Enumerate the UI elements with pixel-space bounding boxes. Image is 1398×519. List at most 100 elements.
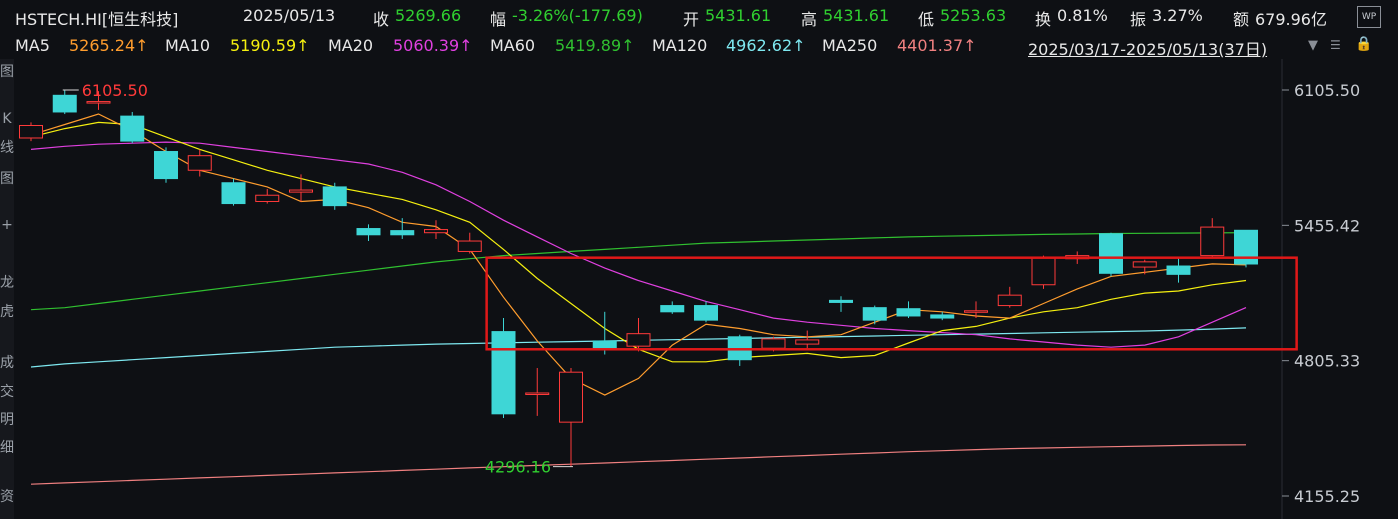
close-value: 5269.66 [395, 6, 462, 25]
candle-body-up [1031, 257, 1056, 286]
quote-header: HSTECH.HI[恒生科技] 2025/05/13 收 5269.66 幅 -… [0, 0, 1398, 33]
candle-body-up [187, 155, 212, 171]
ma250-label: MA250 [822, 36, 878, 55]
candle-body-down [356, 228, 381, 236]
change-value: -3.26%(-177.69) [512, 6, 643, 25]
candle[interactable] [52, 90, 77, 115]
candle-body-up [86, 101, 111, 104]
candle-body-up [997, 294, 1022, 307]
low-label: 低 [918, 10, 935, 29]
candle-body-down [930, 314, 955, 319]
candle[interactable] [491, 318, 516, 418]
candle-body-up [1200, 226, 1225, 257]
candle-body-down [829, 299, 853, 303]
y-tick-label: 5455.42 [1294, 216, 1360, 235]
ma60-label: MA60 [490, 36, 536, 55]
min-label: 4296.16 [485, 458, 551, 477]
date-range[interactable]: 2025/03/17-2025/05/13(37日) [1028, 36, 1267, 60]
candle-body-down [896, 308, 921, 317]
candle[interactable] [221, 178, 246, 206]
candle[interactable] [1234, 229, 1258, 268]
candle[interactable] [255, 188, 280, 204]
candle-body-up [1132, 261, 1157, 268]
candle[interactable] [626, 318, 651, 352]
amplitude-label: 振 [1130, 10, 1147, 29]
candle-body-down [1234, 229, 1258, 265]
candle[interactable] [154, 147, 178, 183]
candle[interactable] [525, 368, 550, 416]
candle-body-down [390, 230, 415, 236]
candle[interactable] [694, 301, 718, 323]
candle-body-up [626, 333, 651, 347]
candle-body-up [289, 189, 313, 193]
candle[interactable] [390, 218, 415, 239]
y-tick-label: 4805.33 [1294, 352, 1360, 371]
candle-body-up [19, 124, 43, 139]
date-label: 2025/05/13 [243, 6, 336, 25]
ma5-label: MA5 [15, 36, 50, 55]
candle[interactable] [997, 286, 1022, 308]
candle-body-down [52, 94, 77, 113]
ma20-value: 5060.39↑ [393, 36, 473, 55]
candle[interactable] [1031, 255, 1056, 289]
ma20-label: MA20 [328, 36, 374, 55]
low-value: 5253.63 [940, 6, 1007, 25]
candle[interactable] [457, 232, 482, 254]
candle[interactable] [795, 330, 820, 349]
amount-label: 额 [1233, 10, 1250, 29]
ma10-value: 5190.59↑ [230, 36, 310, 55]
candle[interactable] [356, 224, 381, 242]
candle[interactable] [1200, 218, 1225, 258]
candle[interactable] [19, 122, 43, 142]
ma60-value: 5419.89↑ [555, 36, 635, 55]
ma5-value: 5265.24↑ [69, 36, 149, 55]
candle[interactable] [660, 301, 685, 314]
candle-body-down [1099, 233, 1123, 274]
amplitude-value: 3.27% [1152, 6, 1203, 25]
chevron-down-icon[interactable]: ▼ [1308, 38, 1318, 53]
change-label: 幅 [490, 10, 507, 29]
ma120-label: MA120 [652, 36, 708, 55]
lock-icon[interactable]: 🔒 [1355, 36, 1372, 52]
ma10-label: MA10 [165, 36, 211, 55]
candle[interactable] [424, 220, 448, 239]
candle-body-down [120, 115, 145, 142]
candle[interactable] [896, 301, 921, 319]
settings-icon[interactable]: ☰ [1330, 38, 1341, 52]
candle-body-up [424, 229, 448, 234]
ma60-line [30, 232, 1247, 311]
candle[interactable] [1166, 257, 1191, 283]
candle-body-down [221, 182, 246, 205]
y-tick-label: 4155.25 [1294, 487, 1360, 506]
y-tick-label: 6105.50 [1294, 81, 1360, 100]
high-value: 5431.61 [823, 6, 890, 25]
candle[interactable] [862, 305, 887, 325]
ma250-line [30, 444, 1247, 485]
ma5-line [30, 113, 1247, 396]
candle[interactable] [559, 368, 583, 467]
candle-body-up [255, 194, 280, 202]
candle-body-down [1166, 265, 1191, 275]
candle[interactable] [322, 182, 347, 210]
candle[interactable] [829, 296, 853, 312]
candle-body-down [660, 305, 685, 313]
symbol-label[interactable]: HSTECH.HI[恒生科技] [15, 6, 178, 30]
turnover-label: 换 [1035, 10, 1052, 29]
candle-body-up [559, 371, 583, 423]
ma20-line [30, 141, 1247, 348]
close-label: 收 [373, 10, 390, 29]
wp-icon[interactable]: WP [1357, 6, 1381, 28]
candle-body-down [491, 331, 516, 415]
candle-body-up [761, 338, 786, 349]
candle-body-down [154, 151, 178, 180]
candle-body-up [457, 240, 482, 252]
candle-body-down [694, 305, 718, 321]
open-label: 开 [683, 10, 700, 29]
candle[interactable] [120, 111, 145, 144]
kline-chart[interactable]: 6105.50 5455.42 4805.33 4155.25 6105.50 4296… [0, 59, 1398, 519]
candle[interactable] [1099, 232, 1123, 277]
candle[interactable] [1132, 259, 1157, 275]
ma120-value: 4962.62↑ [726, 36, 806, 55]
ma-legend-bar: MA5 5265.24↑ MA10 5190.59↑ MA20 5060.39↑… [0, 33, 1398, 59]
turnover-value: 0.81% [1057, 6, 1108, 25]
